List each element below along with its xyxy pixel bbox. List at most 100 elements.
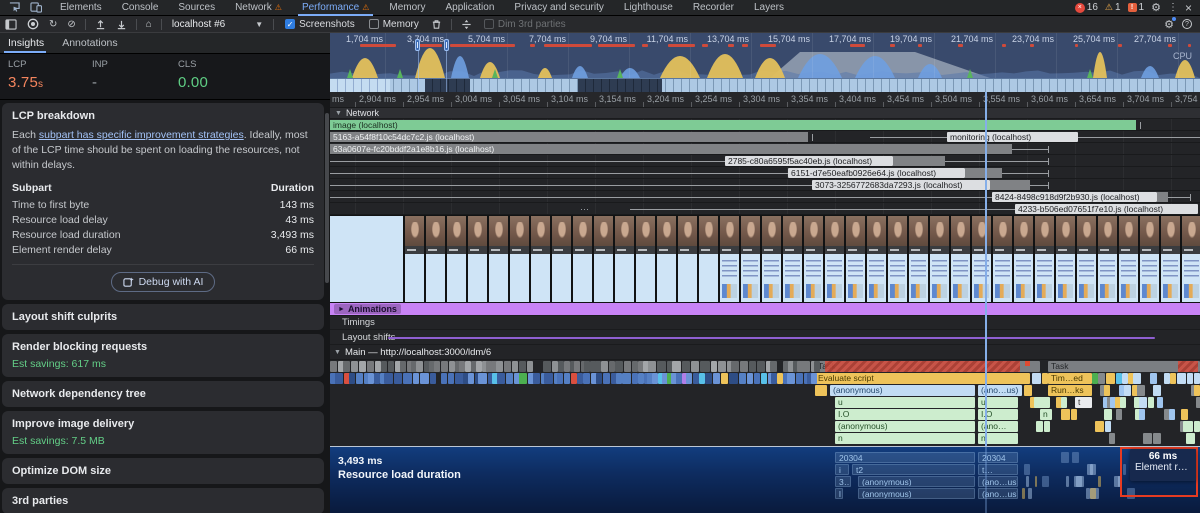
flame-activity[interactable] [704, 361, 710, 372]
flame-activity[interactable] [1148, 397, 1154, 408]
screenshot-frame[interactable] [426, 216, 445, 302]
inspect-element-icon[interactable] [8, 2, 21, 14]
screenshot-frame[interactable] [330, 216, 403, 302]
flame-activity[interactable] [1194, 421, 1200, 432]
record-button[interactable] [27, 17, 39, 31]
flame-activity[interactable] [330, 361, 337, 372]
flame-activity[interactable] [801, 361, 810, 372]
flame-activity[interactable] [622, 373, 630, 384]
flame-activity[interactable] [583, 373, 589, 384]
tab-privacy-and-security[interactable]: Privacy and security [504, 0, 613, 16]
flame-activity[interactable] [1071, 409, 1077, 420]
flame-activity[interactable] [1157, 397, 1163, 408]
flame-activity[interactable] [601, 361, 608, 372]
flame-activity[interactable] [571, 373, 577, 384]
screenshot-frame[interactable] [405, 216, 424, 302]
flame-activity[interactable] [1105, 421, 1111, 432]
flame-activity[interactable] [603, 373, 610, 384]
flame-activity[interactable] [441, 373, 447, 384]
screenshot-frame[interactable] [678, 216, 697, 302]
flame-activity[interactable] [512, 361, 518, 372]
flame-activity[interactable] [770, 361, 777, 372]
screenshot-frame[interactable] [762, 216, 781, 302]
flame-activity[interactable] [465, 361, 471, 372]
flame-activity[interactable] [343, 361, 351, 372]
flame-activity[interactable] [1133, 373, 1141, 384]
flame-activity[interactable] [777, 373, 783, 384]
flame-activity[interactable] [1194, 373, 1200, 384]
insight-card-lcp-breakdown[interactable]: LCP breakdown Each subpart has specific … [2, 103, 324, 300]
flame-activity[interactable] [740, 361, 748, 372]
flame-entry[interactable]: Task [1048, 361, 1200, 372]
flame-activity[interactable] [557, 373, 563, 384]
screenshots-checkbox[interactable]: ✓ Screenshots [285, 19, 355, 30]
split-view-icon[interactable] [461, 17, 472, 31]
flame-activity[interactable] [609, 361, 615, 372]
flame-activity[interactable] [544, 373, 552, 384]
flame-activity[interactable] [796, 373, 803, 384]
flame-activity[interactable] [1164, 373, 1170, 384]
flame-entry[interactable]: (ano…us) [978, 421, 1018, 432]
insight-card-3rd-parties[interactable]: 3rd parties [2, 488, 324, 513]
save-profile-icon[interactable] [116, 17, 127, 31]
network-request[interactable]: 63a0607e-fc20bddf2a1e8b16.js (localhost) [330, 144, 1012, 154]
flame-activity[interactable] [449, 361, 455, 372]
screenshot-frame[interactable] [888, 216, 907, 302]
screenshot-frame[interactable] [552, 216, 571, 302]
flame-activity[interactable] [686, 373, 692, 384]
flame-activity[interactable] [381, 361, 387, 372]
flame-activity[interactable] [504, 361, 511, 372]
flame-activity[interactable] [1109, 433, 1115, 444]
collect-garbage-icon[interactable] [431, 17, 442, 31]
screenshot-frame[interactable] [1056, 216, 1075, 302]
flame-activity[interactable] [1169, 409, 1175, 420]
flame-activity[interactable] [400, 361, 406, 372]
flame-activity[interactable] [1187, 373, 1193, 384]
flame-activity[interactable] [1124, 385, 1131, 396]
network-request[interactable]: 2785-c80a6595f5ac40eb.js (localhost) [725, 156, 893, 166]
screenshot-frame[interactable] [615, 216, 634, 302]
flame-activity[interactable] [713, 373, 721, 384]
tab-application[interactable]: Application [435, 0, 504, 16]
network-request[interactable]: 6151-d7e50eafb0926e64.js (localhost) [788, 168, 965, 178]
main-thread-track-header[interactable]: ▼ Main — http://localhost:3000/ldm/6 [330, 345, 1200, 360]
selection-right-handle[interactable] [444, 39, 449, 51]
flame-activity[interactable] [543, 361, 551, 372]
flame-activity[interactable] [1032, 373, 1041, 384]
flame-activity[interactable] [705, 373, 711, 384]
screenshot-frame[interactable] [909, 216, 928, 302]
flame-activity[interactable] [584, 361, 590, 372]
screenshot-frame[interactable] [783, 216, 802, 302]
tab-sources[interactable]: Sources [168, 0, 225, 16]
flame-activity[interactable] [420, 373, 429, 384]
screenshot-frame[interactable] [636, 216, 655, 302]
flame-activity[interactable] [616, 373, 622, 384]
screenshot-frame[interactable] [1077, 216, 1096, 302]
flame-activity[interactable] [519, 361, 526, 372]
flame-activity[interactable] [413, 373, 419, 384]
flame-activity[interactable] [657, 361, 666, 372]
flame-activity[interactable] [729, 373, 738, 384]
screenshot-frame[interactable] [1014, 216, 1033, 302]
flame-activity[interactable] [356, 373, 363, 384]
flame-activity[interactable] [1139, 397, 1147, 408]
flame-activity[interactable] [811, 373, 817, 384]
insight-card-layout-shift-culprits[interactable]: Layout shift culprits [2, 304, 324, 330]
tab-memory[interactable]: Memory [379, 0, 435, 16]
tab-network[interactable]: Network⚠ [225, 0, 292, 16]
flame-activity[interactable] [721, 373, 728, 384]
flame-activity[interactable] [624, 361, 631, 372]
network-request[interactable]: 8424-8498c918d9f2b930.js (localhost) [992, 192, 1157, 202]
flame-activity[interactable] [731, 361, 739, 372]
tab-elements[interactable]: Elements [50, 0, 112, 16]
flame-activity[interactable] [497, 373, 505, 384]
flame-activity[interactable] [533, 373, 540, 384]
flame-entry[interactable]: n [835, 433, 975, 444]
flame-activity[interactable] [632, 373, 638, 384]
network-request[interactable]: 4233-b506ed07651f7e10.js (localhost) [1015, 204, 1198, 214]
flame-activity[interactable] [527, 361, 533, 372]
flame-activity[interactable] [476, 361, 482, 372]
memory-checkbox[interactable]: Memory [369, 19, 419, 30]
flame-activity[interactable] [394, 373, 403, 384]
network-request[interactable] [893, 156, 945, 166]
